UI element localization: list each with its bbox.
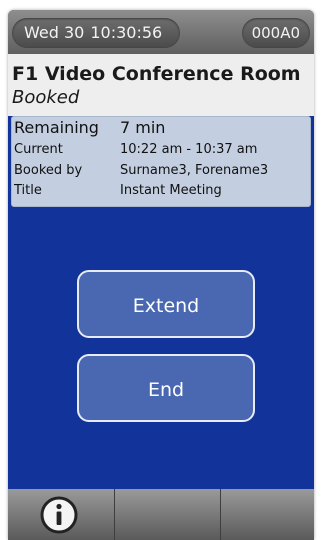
clock-label: 10:30:56 <box>90 23 163 42</box>
title-label: Title <box>14 183 42 198</box>
info-tab[interactable] <box>8 489 114 540</box>
room-name: F1 Video Conference Room <box>12 63 301 85</box>
device-screen: Wed 30 10:30:56 000A0 F1 Video Conference… <box>0 0 322 540</box>
app-frame: Wed 30 10:30:56 000A0 F1 Video Conference… <box>8 10 314 540</box>
extend-button[interactable]: Extend <box>77 270 255 338</box>
date-label: Wed 30 <box>24 23 85 42</box>
bottom-toolbar <box>8 489 314 540</box>
status-bar: Wed 30 10:30:56 000A0 <box>8 10 314 54</box>
date-time-pill: Wed 30 10:30:56 <box>12 18 181 48</box>
remaining-label: Remaining <box>14 118 99 137</box>
room-status: Booked <box>12 87 80 108</box>
booking-info-panel: Remaining 7 min Current 10:22 am - 10:37… <box>11 116 311 207</box>
remaining-value: 7 min <box>120 118 166 137</box>
booked-by-label: Booked by <box>14 163 83 178</box>
info-icon[interactable] <box>39 495 79 535</box>
main-area <box>8 207 314 491</box>
title-value: Instant Meeting <box>120 183 222 198</box>
booked-by-value: Surname3, Forename3 <box>120 163 269 178</box>
current-value: 10:22 am - 10:37 am <box>120 142 258 157</box>
end-button[interactable]: End <box>77 354 255 422</box>
room-header: F1 Video Conference Room Booked <box>8 54 314 116</box>
toolbar-slot-3[interactable] <box>220 489 314 540</box>
toolbar-slot-2[interactable] <box>114 489 220 540</box>
current-label: Current <box>14 142 63 157</box>
device-id-pill: 000A0 <box>241 18 310 48</box>
